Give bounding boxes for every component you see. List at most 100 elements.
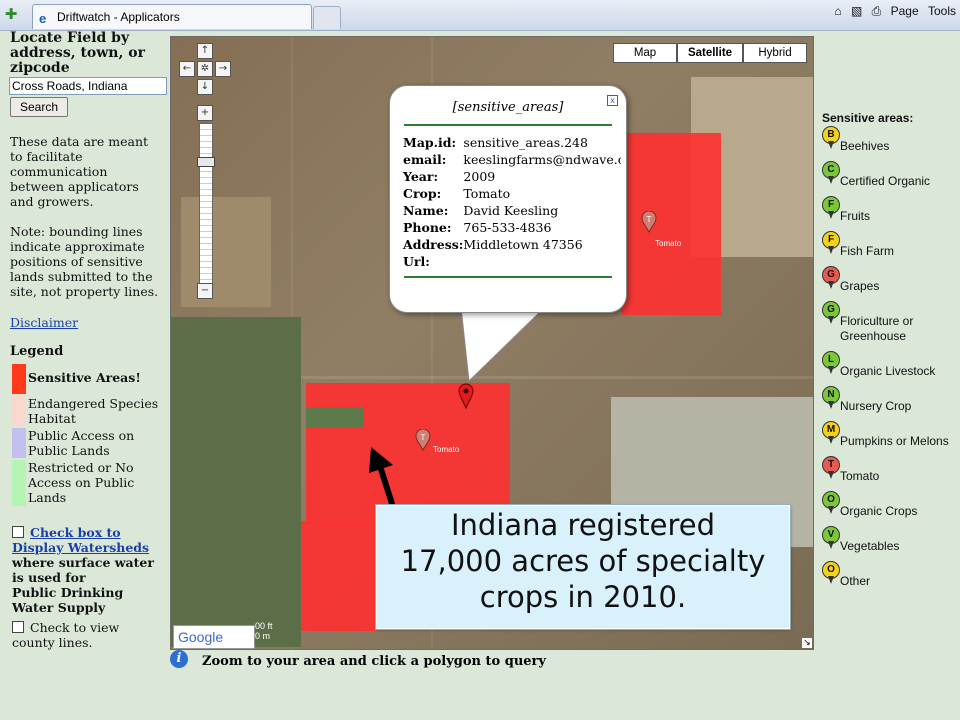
- new-tab-button[interactable]: [313, 6, 341, 29]
- zoom-out-button[interactable]: −: [197, 283, 213, 299]
- sensitive-polygon[interactable]: [621, 133, 721, 315]
- pin-label: Tomato: [655, 239, 682, 248]
- close-icon[interactable]: x: [607, 95, 618, 106]
- info-popup: [sensitive_areas] x Map.id: sensitive_are…: [389, 85, 627, 313]
- legend-marker: G Grapes: [822, 266, 958, 296]
- scale-meters: 0 m: [255, 631, 271, 641]
- detail-key: Phone:: [403, 220, 452, 235]
- marker-label: Pumpkins or Melons: [840, 434, 949, 448]
- marker-tail: [828, 176, 834, 184]
- map-type-satellite[interactable]: Satellite: [677, 43, 743, 63]
- marker-label: Certified Organic: [840, 174, 931, 188]
- marker-tail: [828, 506, 834, 514]
- search-button[interactable]: Search: [10, 97, 68, 117]
- popup-pointer: [461, 307, 546, 383]
- browser-tab[interactable]: e Driftwatch - Applicators: [32, 4, 312, 29]
- legend-marker: G Floriculture or Greenhouse: [822, 301, 958, 343]
- pan-center-button[interactable]: ✲: [197, 61, 213, 77]
- pan-left-button[interactable]: ←: [179, 61, 195, 77]
- pan-right-button[interactable]: →: [215, 61, 231, 77]
- query-hint: i Zoom to your area and click a polygon …: [170, 650, 810, 674]
- query-hint-text: Zoom to your area and click a polygon to…: [202, 654, 546, 669]
- scale-feet: 00 ft: [255, 621, 273, 631]
- popup-details: Map.id: sensitive_areas.248 email: keeslin…: [403, 134, 621, 270]
- legend-item: Restricted or No Access on Public Lands: [12, 460, 162, 506]
- map-pin[interactable]: T: [641, 210, 657, 234]
- county-checkbox[interactable]: [12, 621, 24, 633]
- zoom-in-button[interactable]: +: [197, 105, 213, 121]
- page-menu[interactable]: Page: [891, 4, 919, 18]
- legend-label: Public Access on Public Lands: [28, 428, 135, 458]
- marker-tail: [828, 246, 834, 254]
- marker-label: Floriculture or Greenhouse: [840, 314, 914, 343]
- marker-label: Fish Farm: [840, 244, 894, 258]
- legend-item: Endangered Species Habitat: [12, 396, 162, 426]
- detail-value[interactable]: [463, 253, 621, 270]
- map-type-map[interactable]: Map: [613, 43, 677, 63]
- popup-divider: [404, 124, 612, 126]
- marker-label: Grapes: [840, 279, 880, 293]
- legend-swatch: [12, 364, 26, 394]
- print-icon[interactable]: ⎙: [872, 4, 882, 19]
- zoom-slider-thumb[interactable]: [197, 157, 215, 167]
- marker-tail: [828, 471, 834, 479]
- detail-value: Middletown 47356: [463, 237, 583, 252]
- legend-label: Endangered Species Habitat: [28, 396, 159, 426]
- legend-label: Restricted or No Access on Public Lands: [28, 460, 135, 505]
- detail-value: 765-533-4836: [463, 220, 552, 235]
- home-icon[interactable]: ⌂: [834, 4, 841, 18]
- sensitive-polygon[interactable]: [301, 521, 377, 631]
- tools-menu[interactable]: Tools: [928, 4, 956, 18]
- svg-text:T: T: [647, 215, 652, 224]
- detail-value: keeslingfarms@ndwave.com: [463, 152, 621, 167]
- zoom-slider[interactable]: [199, 123, 213, 285]
- detail-value: 2009: [463, 169, 496, 184]
- google-logo[interactable]: Google: [173, 625, 255, 649]
- feeds-icon[interactable]: ▧: [851, 4, 862, 18]
- legend-marker: O Organic Crops: [822, 491, 958, 521]
- detail-key: Map.id:: [403, 135, 457, 150]
- marker-label: Fruits: [840, 209, 870, 223]
- marker-tail: [828, 576, 834, 584]
- legend-swatch: [12, 428, 26, 458]
- info-icon: i: [170, 650, 188, 668]
- legend-marker: N Nursery Crop: [822, 386, 958, 416]
- marker-tail: [828, 211, 834, 219]
- detail-key: Year:: [403, 169, 439, 184]
- marker-label: Organic Crops: [840, 504, 918, 518]
- legend-marker: F Fish Farm: [822, 231, 958, 261]
- command-bar: ⌂ ▧ ⎙ Page Tools: [828, 4, 956, 19]
- marker-tail: [828, 366, 834, 374]
- popup-divider: [404, 276, 612, 278]
- pan-down-button[interactable]: ↓: [197, 79, 213, 95]
- brown-field: [181, 197, 271, 307]
- watershed-bold: Public Drinking Water Supply: [12, 585, 124, 615]
- pin-label: Tomato: [433, 445, 460, 454]
- watershed-link[interactable]: Check box to Display Watersheds: [12, 525, 149, 555]
- pan-up-button[interactable]: ↑: [197, 43, 213, 59]
- legend-swatch: [12, 460, 26, 506]
- location-search-input[interactable]: [9, 77, 167, 95]
- map-pin[interactable]: T: [415, 428, 431, 452]
- watershed-checkbox[interactable]: [12, 526, 24, 538]
- legend-marker: L Organic Livestock: [822, 351, 958, 381]
- svg-text:T: T: [421, 433, 426, 442]
- ie-icon: e: [39, 11, 47, 26]
- resize-handle-icon[interactable]: ↘: [802, 638, 812, 648]
- detail-value: Tomato: [463, 186, 511, 201]
- callout-annotation: Indiana registered 17,000 acres of speci…: [376, 505, 790, 629]
- map-type-hybrid[interactable]: Hybrid: [743, 43, 807, 63]
- polygon-notch: [306, 407, 364, 427]
- county-option: Check to view county lines.: [12, 620, 162, 650]
- marker-label: Organic Livestock: [840, 364, 936, 378]
- watershed-text: where surface water is used for: [12, 555, 154, 585]
- disclaimer-link[interactable]: Disclaimer: [10, 315, 78, 330]
- callout-line: Indiana registered: [451, 508, 715, 542]
- marker-label: Beehives: [840, 139, 890, 153]
- detail-value: sensitive_areas.248: [463, 135, 588, 150]
- callout-line: crops in 2010.: [479, 580, 687, 614]
- favorites-icon[interactable]: ✚: [2, 5, 20, 23]
- legend-marker: T Tomato: [822, 456, 958, 486]
- popup-header: [sensitive_areas]: [452, 100, 564, 115]
- marker-tail: [828, 436, 834, 444]
